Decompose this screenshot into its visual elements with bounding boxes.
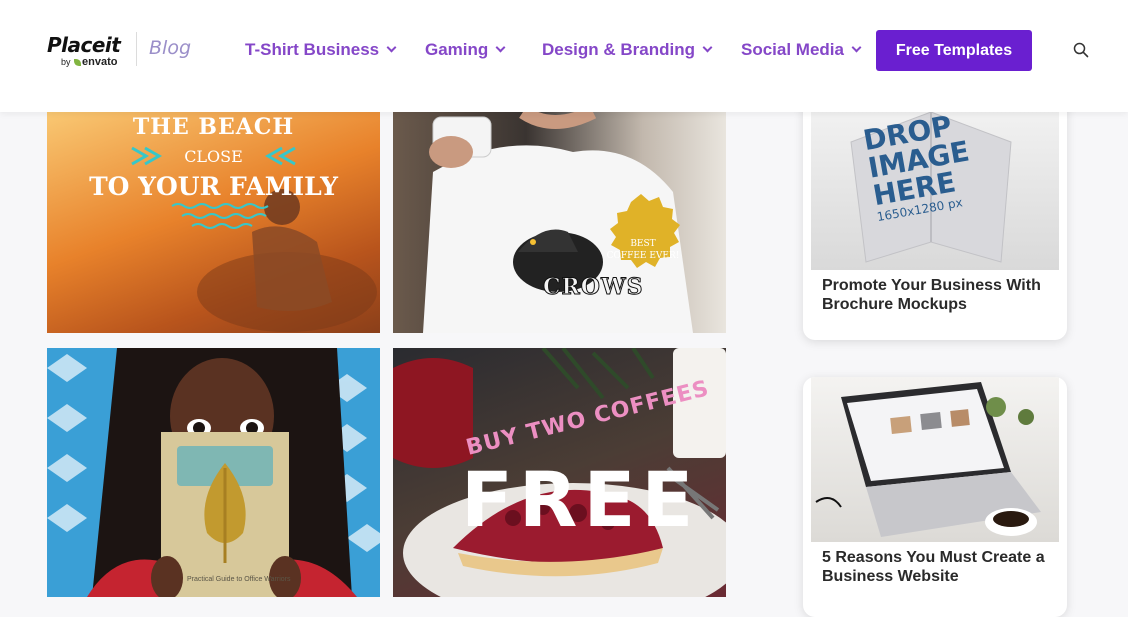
placeit-logo[interactable]: Placeit by envato xyxy=(47,33,127,69)
free-templates-button[interactable]: Free Templates xyxy=(876,30,1032,71)
template-tile-crow-tshirt[interactable]: CROWS BEST COFFEE EVER! xyxy=(393,112,726,333)
search-icon[interactable] xyxy=(1073,42,1089,58)
chevron-down-icon xyxy=(495,42,506,53)
nav-label: Gaming xyxy=(425,40,489,59)
badge-line2: COFFEE EVER! xyxy=(606,251,680,261)
template-tile-beach[interactable]: THE BEACH CLOSE TO YOUR FAMILY xyxy=(47,112,380,333)
template-tile-book-cover[interactable]: Practical Guide to Office Warriors xyxy=(47,348,380,597)
tee-brand-text: CROWS xyxy=(543,274,644,301)
template-tile-coffee-free[interactable]: BUY TWO COFFEES FREE xyxy=(393,348,726,597)
nav-social-media[interactable]: Social Media xyxy=(741,40,862,60)
card-image xyxy=(811,377,1059,542)
sidebar-card-website[interactable]: 5 Reasons You Must Create a Business Web… xyxy=(803,377,1067,617)
card-title[interactable]: 5 Reasons You Must Create a Business Web… xyxy=(822,548,1052,586)
card-title[interactable]: Promote Your Business With Brochure Mock… xyxy=(822,276,1052,314)
logo-byline: by envato xyxy=(61,56,118,68)
nav-label: Design & Branding xyxy=(542,40,696,59)
drop-image-placeholder: DROP IMAGE HERE 1650x1280 px xyxy=(861,109,979,224)
badge-line1: BEST xyxy=(630,239,656,249)
logo-wordmark: Placeit xyxy=(47,33,121,57)
blog-label[interactable]: Blog xyxy=(149,37,191,59)
chevron-down-icon xyxy=(851,42,862,53)
coffee-badge: BEST COFFEE EVER! xyxy=(605,238,681,262)
nav-gaming[interactable]: Gaming xyxy=(425,40,506,60)
beach-decorations xyxy=(131,146,296,229)
book-cover-text: Practical Guide to Office Warriors xyxy=(187,576,291,583)
envato-leaf-icon xyxy=(74,59,82,66)
nav-tshirt-business[interactable]: T-Shirt Business xyxy=(245,40,397,60)
sidebar-card-brochure[interactable]: DROP IMAGE HERE 1650x1280 px Promote You… xyxy=(803,90,1067,340)
chevron-down-icon xyxy=(386,42,397,53)
logo-divider xyxy=(136,32,137,66)
nav-design-branding[interactable]: Design & Branding xyxy=(542,40,713,60)
nav-label: Social Media xyxy=(741,40,844,59)
tile-big-text: FREE xyxy=(461,455,700,544)
laptop-photo xyxy=(815,382,1041,537)
chevron-down-icon xyxy=(702,42,713,53)
site-header: Placeit by envato Blog T-Shirt Business … xyxy=(0,0,1128,112)
book-photo xyxy=(47,348,380,597)
card-image: DROP IMAGE HERE 1650x1280 px xyxy=(811,109,1059,270)
nav-label: T-Shirt Business xyxy=(245,40,380,59)
